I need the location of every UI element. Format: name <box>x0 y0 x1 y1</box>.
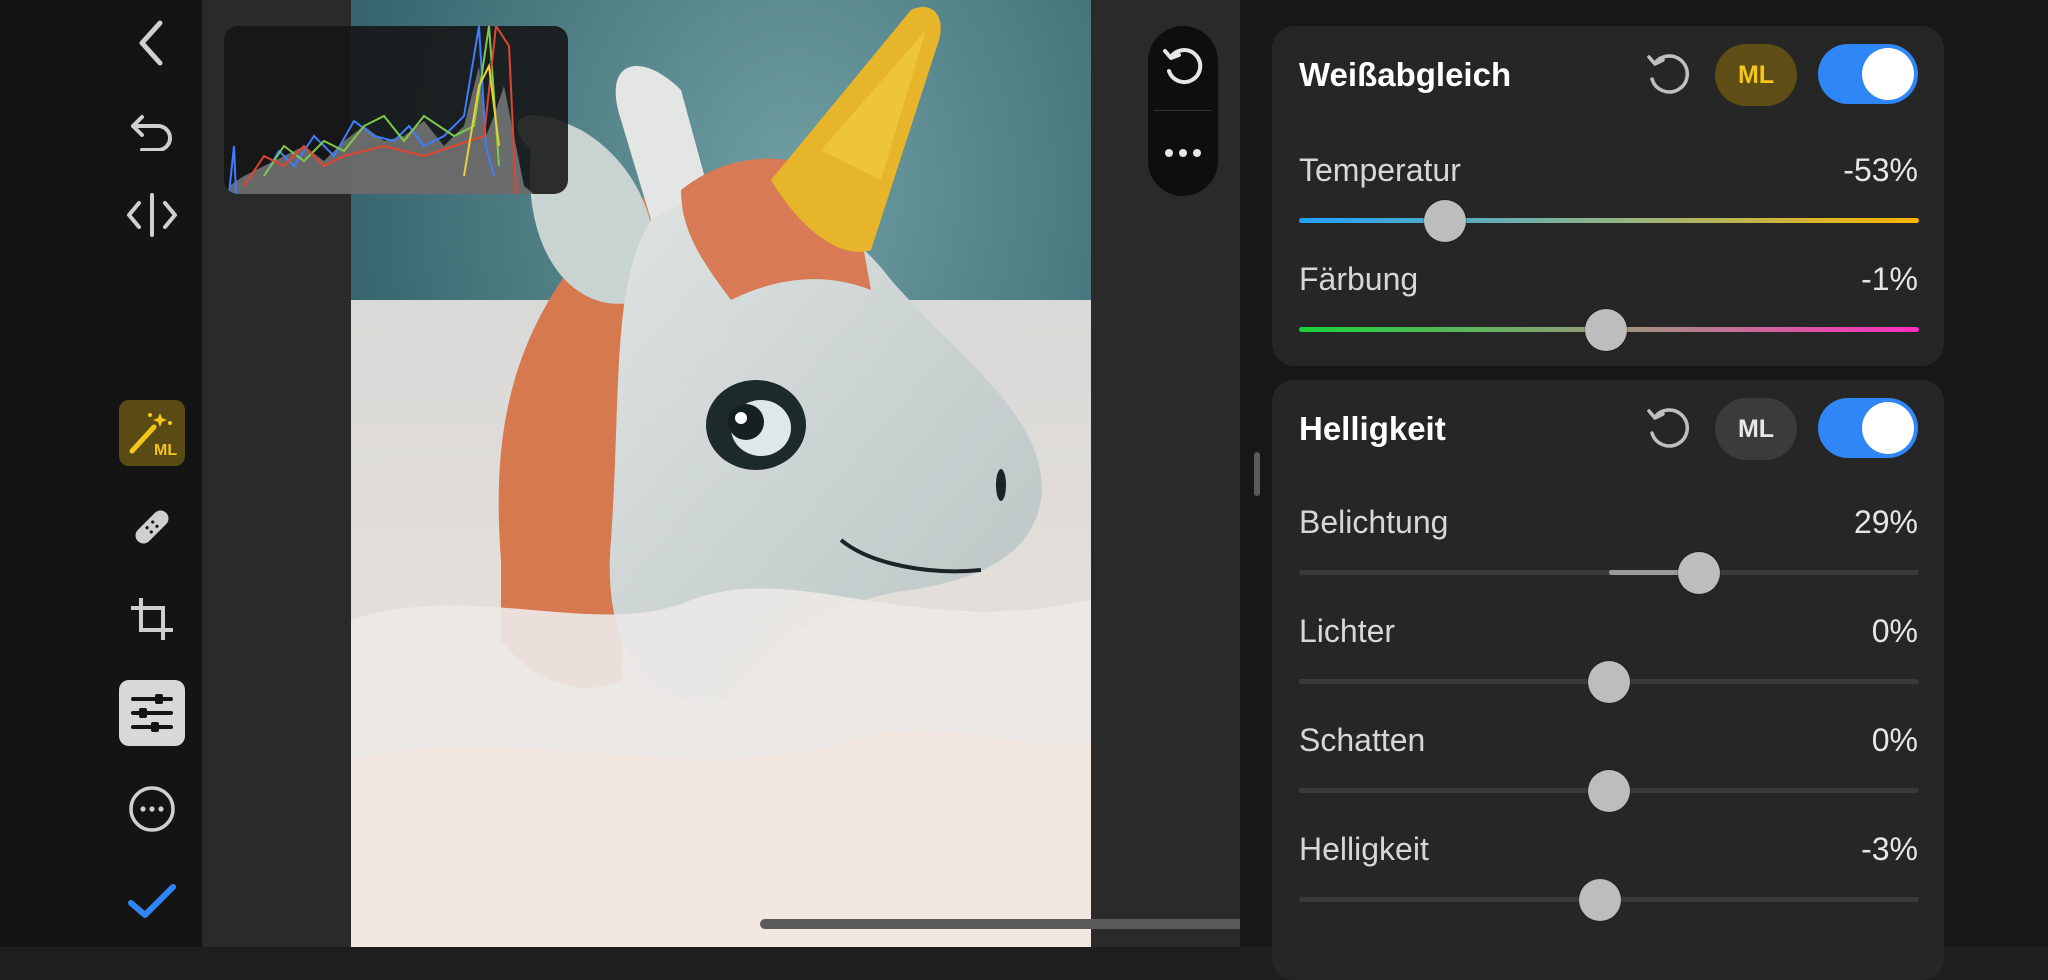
shadows-label: Schatten <box>1299 722 1426 758</box>
crop-button[interactable] <box>119 586 185 652</box>
checkmark-icon <box>128 884 176 918</box>
brightness-row-label: Helligkeit <box>1299 831 1429 867</box>
temperature-slider-track[interactable] <box>1299 218 1919 223</box>
tint-label: Färbung <box>1299 261 1419 297</box>
brightness-reset-button[interactable] <box>1642 402 1694 454</box>
adjust-button[interactable] <box>119 680 185 746</box>
back-button[interactable] <box>119 10 185 76</box>
svg-text:ML: ML <box>154 442 177 459</box>
histogram <box>224 26 568 194</box>
toggle-knob <box>1862 402 1914 454</box>
ml-auto-button[interactable]: ML <box>119 400 185 466</box>
reset-icon <box>1647 408 1690 448</box>
reset-icon <box>1647 54 1690 94</box>
exposure-value: 29% <box>1853 504 1918 540</box>
scroll-indicator[interactable] <box>760 919 1288 929</box>
brightness-title: Helligkeit <box>1299 410 1446 447</box>
white-balance-reset-button[interactable] <box>1642 48 1694 100</box>
brightness-toggle[interactable] <box>1818 398 1918 458</box>
shadows-slider-knob[interactable] <box>1588 770 1630 812</box>
brightness-row-value: -3% <box>1861 831 1918 867</box>
magic-wand-ml-icon: ML <box>129 413 177 459</box>
undo-button[interactable] <box>119 98 185 164</box>
canvas-more-button[interactable] <box>1148 112 1218 194</box>
ellipsis-circle-icon <box>129 786 175 832</box>
temperature-label: Temperatur <box>1299 152 1461 188</box>
brightness-slider-knob[interactable] <box>1578 879 1621 921</box>
tint-value: -1% <box>1861 261 1918 297</box>
compare-button[interactable] <box>119 182 185 248</box>
left-toolbar: ML <box>0 0 202 947</box>
floating-actions <box>1148 26 1218 196</box>
highlights-slider-knob[interactable] <box>1588 661 1630 703</box>
rotate-reset-icon <box>1163 48 1203 85</box>
heal-button[interactable] <box>119 494 185 560</box>
histogram-chart-icon <box>228 26 534 194</box>
more-button[interactable] <box>119 776 185 842</box>
exposure-label: Belichtung <box>1299 504 1449 540</box>
highlights-label: Lichter <box>1299 613 1396 649</box>
divider <box>1154 110 1212 111</box>
brightness-ml-button[interactable]: ML <box>1715 398 1797 460</box>
highlights-value: 0% <box>1871 613 1918 649</box>
temperature-slider-knob[interactable] <box>1423 200 1466 242</box>
done-button[interactable] <box>119 868 185 934</box>
temperature-value: -53% <box>1843 152 1918 188</box>
shadows-value: 0% <box>1871 722 1918 758</box>
undo-icon <box>131 115 172 151</box>
white-balance-toggle[interactable] <box>1818 44 1918 104</box>
white-balance-card: Weißabgleich ML Temperatur -53% Färbung … <box>1272 26 1944 366</box>
panel-resize-handle[interactable] <box>1254 452 1260 496</box>
reset-rotation-button[interactable] <box>1148 26 1218 108</box>
white-balance-ml-button[interactable]: ML <box>1715 44 1797 106</box>
white-balance-title: Weißabgleich <box>1299 56 1512 93</box>
tint-slider-knob[interactable] <box>1584 309 1627 351</box>
toggle-knob <box>1862 48 1914 100</box>
exposure-slider-knob[interactable] <box>1677 552 1720 594</box>
compare-icon <box>127 193 177 237</box>
chevron-left-icon <box>139 20 163 66</box>
crop-icon <box>131 598 173 640</box>
brightness-card: Helligkeit ML Belichtung 29% Lichter 0% … <box>1272 380 1944 980</box>
bandage-icon <box>135 510 169 544</box>
ellipsis-icon <box>1165 149 1201 157</box>
sliders-icon <box>131 694 173 732</box>
